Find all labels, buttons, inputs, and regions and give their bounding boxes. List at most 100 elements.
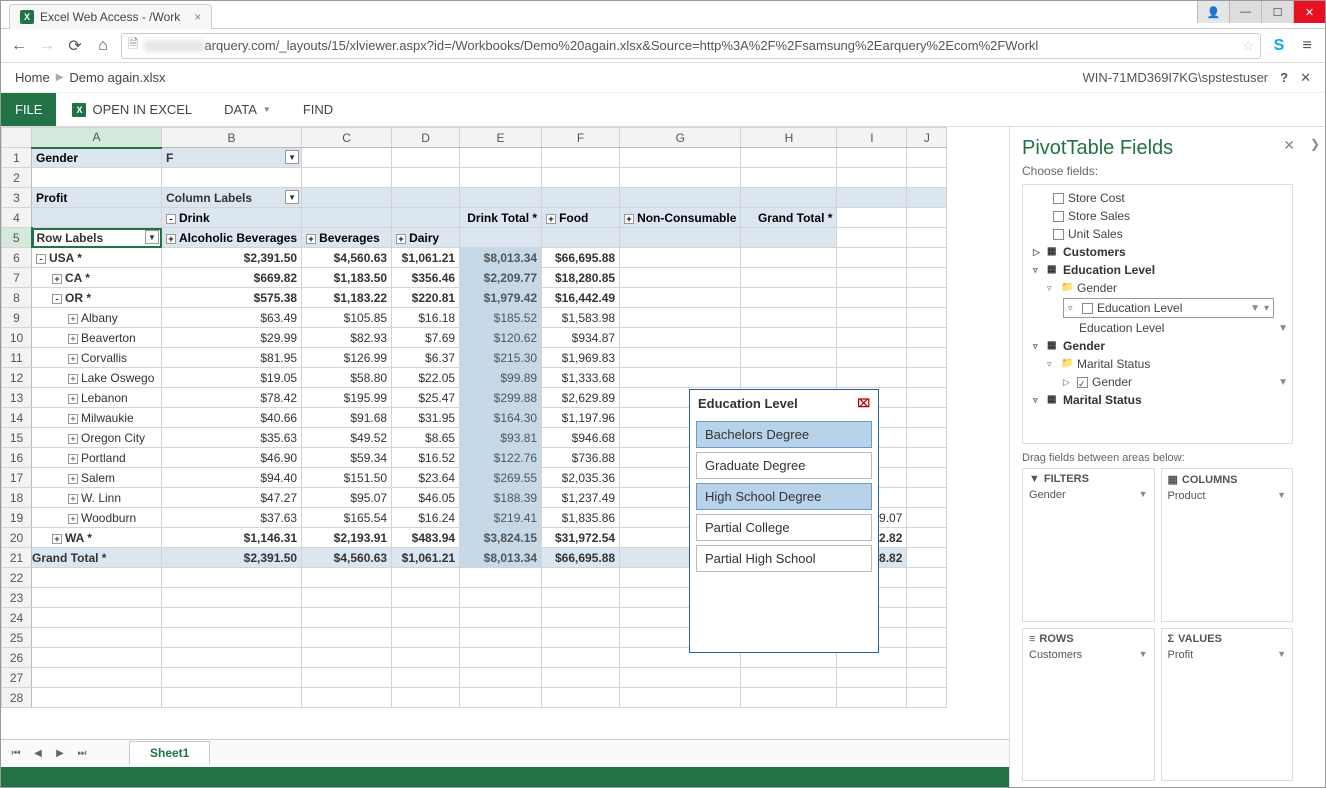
expand-icon[interactable]: + [306, 234, 316, 244]
expand-icon[interactable]: + [68, 374, 78, 384]
row-header-20[interactable]: 20 [2, 528, 32, 548]
expand-icon[interactable]: + [52, 274, 62, 284]
expand-panel-icon[interactable]: ❯ [1310, 137, 1320, 151]
row-header-26[interactable]: 26 [2, 648, 32, 668]
row-header-10[interactable]: 10 [2, 328, 32, 348]
expand-icon[interactable]: + [624, 214, 634, 224]
row-label[interactable]: -USA * [32, 248, 162, 268]
row-label[interactable]: +Oregon City [32, 428, 162, 448]
col-header-I[interactable]: I [837, 128, 907, 148]
sheet-prev-icon[interactable]: ◀ [29, 745, 47, 763]
bookmark-star-icon[interactable]: ☆ [1242, 38, 1254, 54]
row-header-22[interactable]: 22 [2, 568, 32, 588]
open-in-excel-button[interactable]: X OPEN IN EXCEL [56, 93, 208, 126]
row-header-2[interactable]: 2 [2, 168, 32, 188]
row-header-18[interactable]: 18 [2, 488, 32, 508]
education-level-slicer[interactable]: Education Level ⌧ Bachelors DegreeGradua… [689, 389, 879, 653]
collapse-icon[interactable]: - [166, 214, 176, 224]
field-list[interactable]: Store CostStore SalesUnit Sales▷▦Custome… [1022, 184, 1293, 444]
slicer-item[interactable]: Partial College [696, 514, 872, 541]
row-label[interactable]: +Milwaukie [32, 408, 162, 428]
row-header-23[interactable]: 23 [2, 588, 32, 608]
col-header-D[interactable]: D [392, 128, 460, 148]
back-icon[interactable]: ← [9, 36, 29, 56]
tab-close-icon[interactable]: × [194, 10, 201, 24]
row-label[interactable]: +Salem [32, 468, 162, 488]
slicer-item[interactable]: High School Degree [696, 483, 872, 510]
row-header-7[interactable]: 7 [2, 268, 32, 288]
row-labels-cell[interactable]: Row Labels▼ [32, 228, 162, 248]
expand-icon[interactable]: + [68, 474, 78, 484]
row-header-11[interactable]: 11 [2, 348, 32, 368]
row-label[interactable]: +Albany [32, 308, 162, 328]
slicer-item[interactable]: Graduate Degree [696, 452, 872, 479]
field-group-marital-status[interactable]: ▿▦Marital Status [1023, 391, 1292, 409]
expand-icon[interactable]: + [52, 534, 62, 544]
row-label[interactable]: +WA * [32, 528, 162, 548]
values-area[interactable]: ΣVALUES Profit▼ [1161, 628, 1294, 782]
filter-dropdown-icon[interactable]: ▼ [145, 230, 159, 244]
sheet-next-icon[interactable]: ▶ [51, 745, 69, 763]
breadcrumb-home[interactable]: Home [15, 70, 50, 85]
field-group-gender[interactable]: ▿▦Gender [1023, 337, 1292, 355]
menu-icon[interactable]: ≡ [1297, 36, 1317, 56]
row-label[interactable]: +Woodburn [32, 508, 162, 528]
collapse-icon[interactable]: - [36, 254, 46, 264]
find-button[interactable]: FIND [287, 93, 349, 126]
home-icon[interactable]: ⌂ [93, 36, 113, 56]
row-label[interactable]: +Lake Oswego [32, 368, 162, 388]
url-input[interactable]: 🗎 arquery.com/_layouts/15/xlviewer.aspx?… [121, 33, 1261, 59]
expand-icon[interactable]: + [68, 514, 78, 524]
field-folder-gender[interactable]: ▿📁Gender [1023, 279, 1292, 297]
filters-area[interactable]: ▼FILTERS Gender▼ [1022, 468, 1155, 622]
row-header-5[interactable]: 5 [2, 228, 32, 248]
row-label[interactable]: +CA * [32, 268, 162, 288]
row-header-12[interactable]: 12 [2, 368, 32, 388]
field-education-level-leaf[interactable]: Education Level▼ [1023, 319, 1292, 337]
field-item[interactable]: Store Sales [1023, 207, 1292, 225]
row-label[interactable]: +Beaverton [32, 328, 162, 348]
sheet-first-icon[interactable]: ⏮ [7, 745, 25, 763]
clear-filter-icon[interactable]: ⌧ [857, 397, 870, 410]
row-header-15[interactable]: 15 [2, 428, 32, 448]
row-header-17[interactable]: 17 [2, 468, 32, 488]
rows-area[interactable]: ≡ROWS Customers▼ [1022, 628, 1155, 782]
col-header-C[interactable]: C [302, 128, 392, 148]
expand-icon[interactable]: + [68, 454, 78, 464]
user-icon[interactable]: 👤 [1197, 1, 1229, 23]
row-label[interactable]: +Lebanon [32, 388, 162, 408]
field-folder-marital-status[interactable]: ▿📁Marital Status [1023, 355, 1292, 373]
expand-icon[interactable]: + [68, 434, 78, 444]
skype-icon[interactable]: S [1269, 36, 1289, 56]
expand-icon[interactable]: + [68, 334, 78, 344]
expand-icon[interactable]: + [68, 494, 78, 504]
row-header-3[interactable]: 3 [2, 188, 32, 208]
field-group-education[interactable]: ▿▦Education Level [1023, 261, 1292, 279]
maximize-button[interactable]: ☐ [1261, 1, 1293, 23]
row-header-8[interactable]: 8 [2, 288, 32, 308]
file-button[interactable]: FILE [1, 93, 56, 126]
filter-dropdown-icon[interactable]: ▼ [285, 190, 299, 204]
field-education-level[interactable]: ▿Education Level▼▾ [1063, 298, 1274, 318]
row-label[interactable]: +Portland [32, 448, 162, 468]
field-gender-leaf[interactable]: ▷Gender▼ [1023, 373, 1292, 391]
row-header-4[interactable]: 4 [2, 208, 32, 228]
expand-icon[interactable]: + [68, 394, 78, 404]
row-label[interactable]: Grand Total * [32, 548, 162, 568]
panel-close-icon[interactable]: ✕ [1283, 137, 1295, 154]
spreadsheet-grid[interactable]: ABCDEFGHIJ1GenderF▼23ProfitColumn Labels… [1, 127, 1009, 739]
columns-area[interactable]: ▦COLUMNS Product▼ [1161, 468, 1294, 622]
expand-icon[interactable]: + [166, 234, 176, 244]
row-header-9[interactable]: 9 [2, 308, 32, 328]
close-button[interactable]: ✕ [1293, 1, 1325, 23]
slicer-item[interactable]: Bachelors Degree [696, 421, 872, 448]
sheet-tab[interactable]: Sheet1 [129, 741, 210, 764]
expand-icon[interactable]: + [396, 234, 406, 244]
col-header-A[interactable]: A [32, 128, 162, 148]
row-header-16[interactable]: 16 [2, 448, 32, 468]
col-header-B[interactable]: B [162, 128, 302, 148]
col-header-F[interactable]: F [542, 128, 620, 148]
row-header-6[interactable]: 6 [2, 248, 32, 268]
col-header-J[interactable]: J [907, 128, 947, 148]
data-menu[interactable]: DATA▼ [208, 93, 287, 126]
